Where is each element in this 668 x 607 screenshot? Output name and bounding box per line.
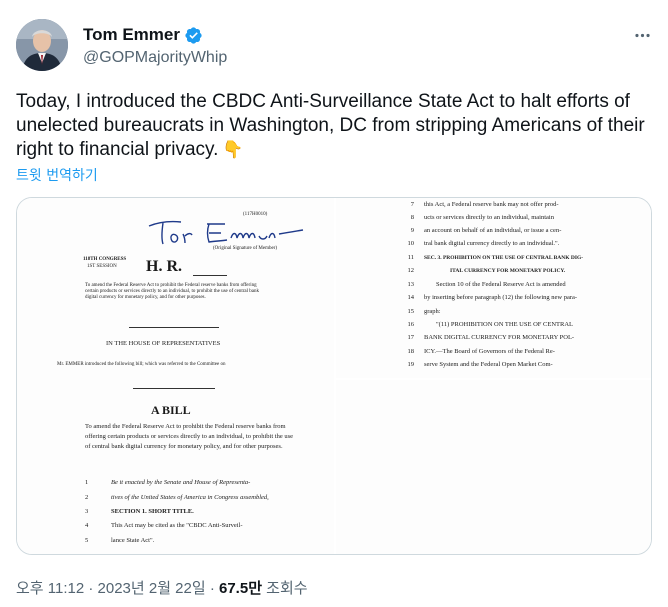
bill-summary: To amend the Federal Reserve Act to proh… xyxy=(85,283,259,300)
line-text: Section 10 of the Federal Reserve Act is… xyxy=(436,281,566,288)
line-text: SEC. 3. PROHIBITION ON THE USE OF CENTRA… xyxy=(424,255,584,261)
bill-purpose: To amend the Federal Reserve Act to proh… xyxy=(85,423,294,450)
verified-badge-icon xyxy=(185,26,202,44)
line-text: tives of the United States of America in… xyxy=(111,494,269,501)
line-text: serve System and the Federal Open Market… xyxy=(424,361,553,368)
line-num: 2 xyxy=(85,494,89,501)
line-text: SECTION 1. SHORT TITLE. xyxy=(111,508,194,515)
bill-page-blank[interactable] xyxy=(336,380,651,554)
line-num: 12 xyxy=(407,267,415,274)
avatar[interactable] xyxy=(16,19,68,71)
line-text: an account on behalf of an individual, o… xyxy=(424,227,562,234)
handle[interactable]: @GOPMajorityWhip xyxy=(83,49,227,67)
line-text: by inserting before paragraph (12) the f… xyxy=(424,294,578,301)
bill-type: H. R. xyxy=(146,258,182,275)
line-num: 5 xyxy=(85,537,89,544)
line-num: 17 xyxy=(407,334,415,341)
intro-line: Mr. EMMER introduced the following bill;… xyxy=(57,362,226,367)
congress-label: 118TH CONGRESS xyxy=(83,257,127,262)
house-heading: IN THE HOUSE OF REPRESENTATIVES xyxy=(106,340,221,347)
signature-caption: (Original Signature of Member) xyxy=(213,246,278,251)
line-text: this Act, a Federal reserve bank may not… xyxy=(424,201,559,208)
more-options-icon[interactable] xyxy=(630,23,654,47)
line-num: 7 xyxy=(410,201,414,208)
line-num: 14 xyxy=(407,294,415,301)
line-text: This Act may be cited as the "CBDC Anti-… xyxy=(111,522,243,529)
line-text: ICY.—The Board of Governors of the Feder… xyxy=(424,348,555,355)
session-label: 1ST SESSION xyxy=(87,264,117,269)
tweet-body: Today, I introduced the CBDC Anti-Survei… xyxy=(16,91,645,160)
tweet-meta: 오후 11:12 · 2023년 2월 22일 · 67.5만 조회수 xyxy=(16,577,308,598)
line-text: tral bank digital currency directly to a… xyxy=(424,240,560,247)
pointing-down-emoji: 👇 xyxy=(222,140,244,159)
line-num: 13 xyxy=(407,281,415,288)
line-num: 3 xyxy=(85,508,89,515)
line-num: 18 xyxy=(407,348,415,355)
translate-tweet-link[interactable]: 트윗 번역하기 xyxy=(16,165,98,185)
tweet-text: Today, I introduced the CBDC Anti-Survei… xyxy=(16,90,656,162)
line-text: lance State Act". xyxy=(111,537,155,544)
rule-2 xyxy=(133,388,215,389)
views-label: 조회수 xyxy=(262,580,308,597)
display-name[interactable]: Tom Emmer xyxy=(83,25,180,45)
line-num: 1 xyxy=(85,479,89,486)
bill-page-right[interactable]: 7 this Act, a Federal reserve bank may n… xyxy=(336,198,651,378)
line-num: 16 xyxy=(407,321,415,328)
tweet-media[interactable]: (117H0010) (Original Signature of Member… xyxy=(16,197,652,555)
name-row: Tom Emmer xyxy=(83,25,203,45)
line-num: 8 xyxy=(410,214,414,221)
line-text: ITAL CURRENCY FOR MONETARY POLICY. xyxy=(450,268,566,274)
rule-1 xyxy=(129,327,219,328)
line-num: 15 xyxy=(407,308,415,315)
line-num: 11 xyxy=(407,254,414,261)
meta-separator: · xyxy=(205,580,219,597)
line-num: 9 xyxy=(410,227,414,234)
timestamp[interactable]: 오후 11:12 · 2023년 2월 22일 xyxy=(16,580,206,597)
signature-image xyxy=(148,220,304,245)
line-text: "(11) PROHIBITION ON THE USE OF CENTRAL xyxy=(436,321,573,328)
a-bill-heading: A BILL xyxy=(151,403,191,417)
line-text: ucts or services directly to an individu… xyxy=(424,214,554,221)
bill-page-left[interactable]: (117H0010) (Original Signature of Member… xyxy=(17,198,334,554)
bill-number-line xyxy=(193,275,227,276)
views-count: 67.5만 xyxy=(219,580,262,597)
tweet-header: Tom Emmer @GOPMajorityWhip xyxy=(16,17,656,75)
line-text: BANK DIGITAL CURRENCY FOR MONETARY POL- xyxy=(424,334,575,341)
line-num: 10 xyxy=(407,240,415,247)
line-text: graph: xyxy=(424,308,441,315)
line-num: 19 xyxy=(407,361,415,368)
line-num: 4 xyxy=(85,522,89,529)
line-text: Be it enacted by the Senate and House of… xyxy=(111,479,251,486)
